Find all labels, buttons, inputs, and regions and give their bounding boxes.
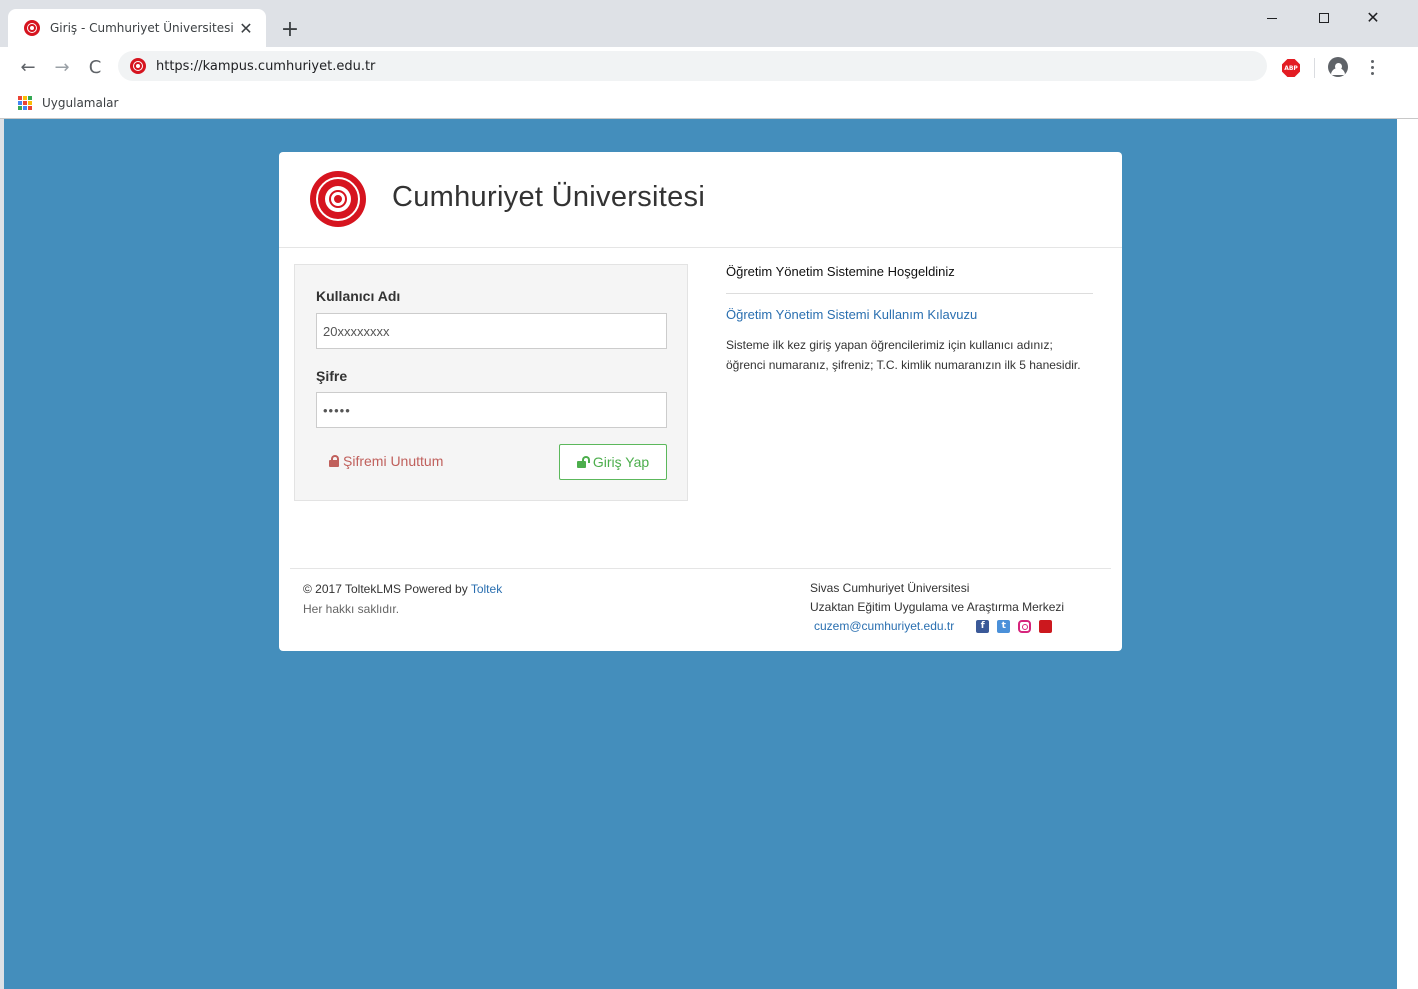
password-input[interactable]: ••••• bbox=[316, 392, 667, 428]
username-input[interactable]: 20xxxxxxxx bbox=[316, 313, 667, 349]
login-button-label: Giriş Yap bbox=[592, 454, 650, 470]
youtube-icon[interactable]: You Tube bbox=[1038, 614, 1054, 640]
copyright-text: © 2017 ToltekLMS bbox=[303, 582, 402, 596]
facebook-icon[interactable]: f bbox=[976, 620, 990, 633]
new-tab-button[interactable]: + bbox=[276, 15, 304, 43]
url-text[interactable]: https://kampus.cumhuriyet.edu.tr bbox=[156, 59, 375, 74]
org-department: Uzaktan Eğitim Uygulama ve Araştırma Mer… bbox=[810, 600, 1065, 614]
username-label: Kullanıcı Adı bbox=[316, 288, 401, 304]
contact-email-link[interactable]: cuzem@cumhuriyet.edu.tr bbox=[814, 617, 954, 636]
close-icon: ✕ bbox=[1366, 8, 1380, 27]
browser-toolbar: ← → C https://kampus.cumhuriyet.edu.tr A… bbox=[0, 47, 1418, 87]
user-guide-link[interactable]: Öğretim Yönetim Sistemi Kullanım Kılavuz… bbox=[726, 307, 1093, 322]
social-links: f t You Tube bbox=[976, 614, 1054, 640]
copyright-block: © 2017 ToltekLMS Powered by Toltek Her h… bbox=[303, 579, 502, 619]
profile-icon[interactable] bbox=[1328, 57, 1348, 77]
card-header: Cumhuriyet Üniversitesi bbox=[279, 152, 1122, 248]
toolbar-divider bbox=[1314, 58, 1315, 78]
forward-button[interactable]: → bbox=[48, 53, 76, 81]
maximize-icon bbox=[1319, 13, 1329, 23]
forgot-password-link[interactable]: Şifremi Unuttum bbox=[329, 453, 443, 469]
contact-row: cuzem@cumhuriyet.edu.tr f t You Tube bbox=[814, 614, 1064, 640]
site-favicon-icon bbox=[24, 20, 40, 36]
adblock-extension-icon[interactable]: ABP bbox=[1282, 59, 1300, 77]
tab-close-icon[interactable]: ✕ bbox=[236, 18, 256, 38]
twitter-icon[interactable]: t bbox=[997, 620, 1011, 633]
page-title: Cumhuriyet Üniversitesi bbox=[392, 181, 706, 213]
back-button[interactable]: ← bbox=[14, 53, 42, 81]
window-frame-right bbox=[1397, 119, 1418, 989]
unlock-icon bbox=[576, 456, 590, 468]
browser-chrome: Giriş - Cumhuriyet Üniversitesi ✕ + ✕ ← … bbox=[0, 0, 1418, 119]
tab-title: Giriş - Cumhuriyet Üniversitesi bbox=[50, 21, 234, 35]
powered-by-text: Powered by bbox=[401, 582, 471, 596]
browser-tab-active[interactable]: Giriş - Cumhuriyet Üniversitesi ✕ bbox=[8, 9, 266, 47]
org-name: Sivas Cumhuriyet Üniversitesi bbox=[810, 581, 970, 595]
bookmarks-bar: Uygulamalar bbox=[0, 87, 1418, 119]
rights-text: Her hakkı saklıdır. bbox=[303, 602, 400, 616]
maximize-button[interactable] bbox=[1301, 4, 1347, 32]
instagram-icon[interactable] bbox=[1018, 620, 1032, 633]
login-button[interactable]: Giriş Yap bbox=[559, 444, 667, 480]
tab-strip: Giriş - Cumhuriyet Üniversitesi ✕ + ✕ bbox=[0, 0, 1418, 47]
vendor-link[interactable]: Toltek bbox=[471, 582, 502, 596]
password-label: Şifre bbox=[316, 368, 348, 384]
login-form: Kullanıcı Adı 20xxxxxxxx Şifre ••••• Şif… bbox=[294, 264, 688, 501]
apps-grid-icon[interactable] bbox=[18, 95, 32, 110]
browser-menu-icon[interactable] bbox=[1364, 55, 1380, 79]
page-viewport: Cumhuriyet Üniversitesi Kullanıcı Adı 20… bbox=[4, 119, 1397, 989]
minimize-icon bbox=[1267, 17, 1277, 19]
welcome-panel: Öğretim Yönetim Sistemine Hoşgeldiniz Öğ… bbox=[726, 264, 1093, 375]
lock-icon bbox=[329, 455, 339, 467]
card-footer: © 2017 ToltekLMS Powered by Toltek Her h… bbox=[290, 568, 1111, 651]
minimize-button[interactable] bbox=[1249, 4, 1295, 32]
site-info-icon[interactable] bbox=[130, 58, 146, 74]
forgot-password-label: Şifremi Unuttum bbox=[343, 453, 444, 469]
reload-button[interactable]: C bbox=[81, 53, 109, 81]
university-seal-icon bbox=[310, 171, 366, 227]
close-window-button[interactable]: ✕ bbox=[1350, 4, 1396, 32]
welcome-title: Öğretim Yönetim Sistemine Hoşgeldiniz bbox=[726, 264, 1093, 294]
address-bar[interactable]: https://kampus.cumhuriyet.edu.tr bbox=[118, 51, 1267, 81]
bookmark-apps[interactable]: Uygulamalar bbox=[42, 96, 118, 110]
first-login-instructions: Sisteme ilk kez giriş yapan öğrencilerim… bbox=[726, 338, 1081, 372]
login-card: Cumhuriyet Üniversitesi Kullanıcı Adı 20… bbox=[279, 152, 1122, 651]
organization-block: Sivas Cumhuriyet Üniversitesi Uzaktan Eğ… bbox=[810, 579, 1065, 640]
